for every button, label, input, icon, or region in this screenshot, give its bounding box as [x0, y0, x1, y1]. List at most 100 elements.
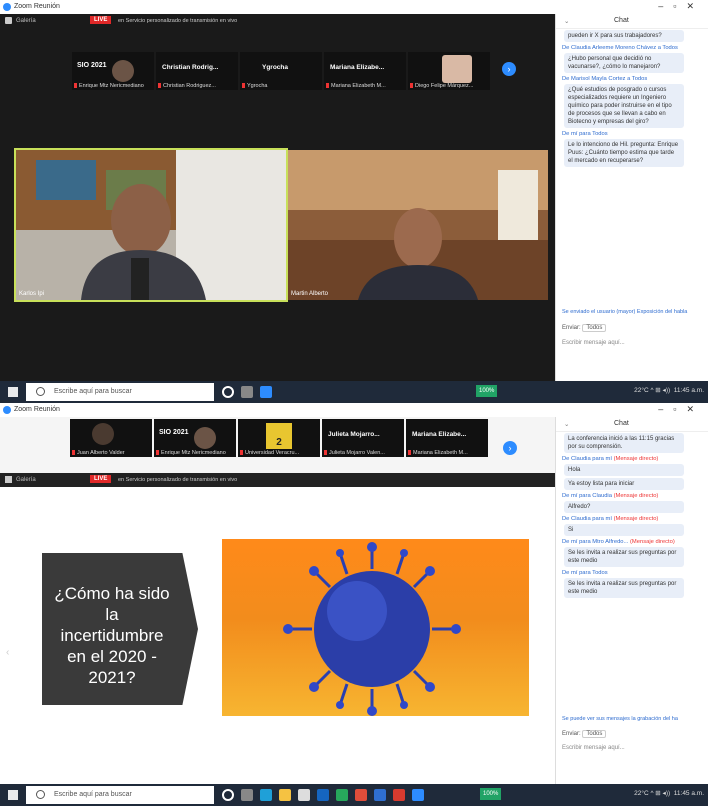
participant-label: Mariana Elizabeth M...: [413, 450, 468, 456]
windows-start-icon[interactable]: [8, 387, 18, 397]
view-label[interactable]: Galería: [16, 477, 36, 483]
pdf-icon[interactable]: [393, 789, 405, 801]
window-titlebar: Zoom Reunión –▫✕: [0, 403, 708, 417]
sio-logo: SIO 2021: [77, 62, 107, 69]
collapse-chevron-icon[interactable]: ⌄: [564, 420, 569, 428]
participant-label: Universidad Veracru...: [245, 450, 300, 456]
send-to-dropdown[interactable]: Todos: [582, 730, 607, 738]
mail-icon[interactable]: [317, 789, 329, 801]
next-page-button[interactable]: ›: [503, 441, 517, 455]
chat-message: Ya estoy lista para iniciar: [564, 478, 684, 490]
chat-panel: ⌄ Chat pueden ir X para sus trabajadores…: [555, 14, 708, 381]
search-icon: [36, 387, 45, 396]
participant-tile[interactable]: SIO 2021 Enrique Mtz Nericmediano: [72, 52, 154, 90]
task-view-icon[interactable]: [241, 789, 253, 801]
participant-tile[interactable]: Christian Rodrig... Christian Rodriguez.…: [156, 52, 238, 90]
next-page-button[interactable]: ›: [502, 62, 516, 76]
live-badge[interactable]: LIVE: [90, 16, 112, 24]
video-tile-speaker[interactable]: Karlos Ipi: [14, 148, 288, 302]
view-label[interactable]: Galería: [16, 18, 36, 24]
send-to-dropdown[interactable]: Todos: [582, 324, 607, 332]
live-stream-text: en Servicio personalizado de transmisión…: [118, 477, 238, 483]
direct-message-tag: (Mensaje directo): [630, 539, 675, 545]
windows-taskbar: Escribe aquí para buscar 100% 22°C ^ ⊞ ◂…: [0, 381, 708, 403]
participant-label: Enrique Mtz Nericmediano: [79, 83, 144, 89]
window-controls[interactable]: –▫✕: [658, 404, 704, 415]
participant-strip: SIO 2021 Enrique Mtz Nericmediano Christ…: [72, 52, 492, 90]
system-tray[interactable]: 22°C ^ ⊞ ◂)) 11:45 a.m.: [634, 386, 704, 394]
participant-name: Ygrocha: [262, 64, 289, 71]
participant-tile[interactable]: Mariana Elizabe... Mariana Elizabeth M..…: [406, 419, 488, 457]
sender-name: De mí para Mtro Alfredo...: [562, 539, 629, 545]
send-to-row: Enviar: Todos: [562, 730, 607, 738]
chat-notice: Se enviado el usuario (mayor) Exposición…: [562, 309, 688, 315]
chat-input[interactable]: Escribir mensaje aquí...: [562, 340, 625, 346]
chat-notice: Se puede ver sus mensajes la grabación d…: [562, 716, 678, 722]
prev-slide-icon[interactable]: ‹: [6, 647, 9, 658]
sender-name: De mí para Claudia: [562, 493, 612, 499]
window-titlebar: Zoom Reunión –▫✕: [0, 0, 708, 14]
direct-message-tag: (Mensaje directo): [613, 493, 659, 499]
chat-sender: De mí para Todos: [562, 570, 608, 576]
slide-question-arrow: ¿Cómo ha sido la incertidumbre en el 202…: [42, 553, 198, 705]
speaker-video: [16, 150, 286, 300]
chat-message: ¿Qué estudios de posgrado o cursos espec…: [564, 84, 684, 128]
task-view-icon[interactable]: [241, 386, 253, 398]
chat-sender: De mí para Todos: [562, 131, 608, 137]
explorer-icon[interactable]: [279, 789, 291, 801]
cortana-icon[interactable]: [222, 386, 234, 398]
mic-muted-icon: [74, 83, 77, 89]
mic-muted-icon: [156, 450, 159, 456]
taskbar-search[interactable]: Escribe aquí para buscar: [26, 786, 214, 804]
virus-illustration: [283, 542, 461, 716]
window-controls[interactable]: –▫✕: [658, 1, 704, 12]
app-icon[interactable]: [336, 789, 348, 801]
participant-name: Julieta Mojarro...: [328, 431, 380, 438]
video-tile-participant[interactable]: Martin Alberto: [288, 150, 548, 300]
live-badge[interactable]: LIVE: [90, 475, 112, 483]
zoom-meeting-area: Juan Alberto Valder SIO 2021 Enrique Mtz…: [0, 417, 555, 784]
participant-label: Diego Felipe Márquez...: [415, 83, 474, 89]
chat-message: ¿Hubo personal que decidió no vacunarse?…: [564, 53, 684, 73]
collapse-chevron-icon[interactable]: ⌄: [564, 17, 569, 25]
participant-tile[interactable]: Ygrocha Ygrocha: [240, 52, 322, 90]
participant-tile[interactable]: Mariana Elizabe... Mariana Elizabeth M..…: [324, 52, 406, 90]
edge-icon[interactable]: [260, 789, 272, 801]
system-tray[interactable]: 22°C ^ ⊞ ◂)) 11:45 a.m.: [634, 789, 704, 797]
participant-tile[interactable]: 2 Universidad Veracru...: [238, 419, 320, 457]
participant-tile[interactable]: SIO 2021 Enrique Mtz Nericmediano: [154, 419, 236, 457]
word-icon[interactable]: [374, 789, 386, 801]
chrome-icon[interactable]: [355, 789, 367, 801]
participant-label: Christian Rodriguez...: [163, 83, 216, 89]
participant-avatar: [442, 55, 472, 83]
window-title: Zoom Reunión: [14, 406, 60, 413]
direct-message-tag: (Mensaje directo): [613, 456, 659, 462]
send-to-label: Enviar: [562, 325, 580, 331]
windows-start-icon[interactable]: [8, 790, 18, 800]
cortana-icon[interactable]: [222, 789, 234, 801]
clock-time: 11:45 a.m.: [673, 790, 704, 797]
view-icon[interactable]: [5, 476, 12, 483]
zoom-app-icon[interactable]: [260, 386, 272, 398]
participant-tile[interactable]: Julieta Mojarro... Julieta Mojarro Valen…: [322, 419, 404, 457]
participant-tile[interactable]: Diego Felipe Márquez...: [408, 52, 490, 90]
taskbar-search[interactable]: Escribe aquí para buscar: [26, 383, 214, 401]
zoom-app-icon[interactable]: [412, 789, 424, 801]
zoom-logo-icon: [3, 406, 11, 414]
uv-logo: 2: [266, 423, 292, 449]
send-to-label: Enviar: [562, 731, 580, 737]
battery-badge: 100%: [476, 385, 498, 397]
chat-message: La conferencia inició a las 11:15 gracia…: [564, 433, 684, 453]
participant-avatar: [194, 427, 216, 449]
chat-message: Se les invita a realizar sus preguntas p…: [564, 578, 684, 598]
chat-input[interactable]: Escribir mensaje aquí...: [562, 745, 625, 751]
store-icon[interactable]: [298, 789, 310, 801]
weather-temp: 22°C: [634, 387, 649, 394]
chat-panel: ⌄ Chat La conferencia inició a las 11:15…: [555, 417, 708, 784]
mic-muted-icon: [326, 83, 329, 89]
slide-virus-image: [222, 539, 529, 716]
participant-tile[interactable]: Juan Alberto Valder: [70, 419, 152, 457]
participant-strip: Juan Alberto Valder SIO 2021 Enrique Mtz…: [70, 419, 490, 457]
search-placeholder: Escribe aquí para buscar: [54, 791, 132, 798]
view-icon[interactable]: [5, 17, 12, 24]
